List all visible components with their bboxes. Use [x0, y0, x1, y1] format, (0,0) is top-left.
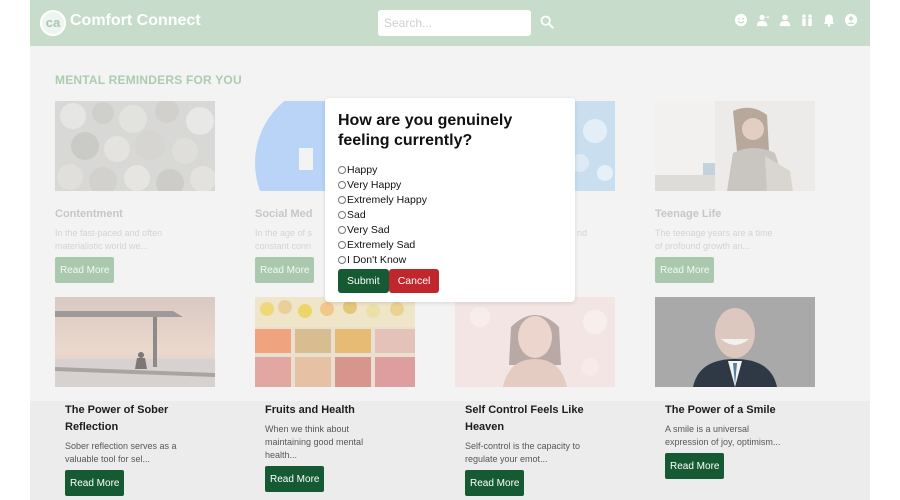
radio-button[interactable]: [338, 165, 346, 174]
mood-option[interactable]: Sad: [338, 207, 562, 222]
search-input[interactable]: [378, 10, 531, 36]
smiley-icon[interactable]: [734, 13, 748, 27]
radio-button[interactable]: [338, 255, 346, 264]
card-title: Self Control Feels Like Heaven: [465, 404, 584, 433]
mood-option[interactable]: Very Sad: [338, 222, 562, 237]
option-label: Very Happy: [347, 178, 402, 191]
radio-button[interactable]: [338, 195, 346, 204]
card-description: A smile is a universal expression of joy…: [665, 424, 781, 447]
card-title: Contentment: [55, 208, 123, 220]
card-description: The teenage years are a time of profound…: [655, 228, 773, 251]
read-more-button[interactable]: Read More: [655, 257, 715, 283]
mood-option[interactable]: Extremely Sad: [338, 237, 562, 252]
smiling-man-thumbnail: [655, 297, 815, 387]
right-margin: [870, 0, 900, 500]
article-card: Teenage Life The teenage years are a tim…: [655, 101, 815, 283]
option-label: Happy: [347, 163, 378, 176]
coins-thumbnail: [55, 99, 216, 197]
article-card: Fruits and Health When we think about ma…: [255, 297, 415, 492]
cancel-button[interactable]: Cancel: [388, 269, 440, 293]
option-label: I Don't Know: [347, 253, 407, 266]
sunset-pier-thumbnail: [55, 297, 215, 387]
radio-button[interactable]: [338, 225, 346, 234]
read-more-button[interactable]: Read More: [465, 470, 525, 496]
option-label: Very Sad: [347, 223, 390, 236]
teen-girl-thumbnail: [655, 101, 815, 191]
page: ca Comfort Connect MENTAL REMINDERS FOR …: [0, 0, 900, 500]
read-more-button[interactable]: Read More: [55, 257, 115, 283]
fruit-market-thumbnail: [255, 297, 415, 387]
search-icon[interactable]: [540, 15, 554, 29]
card-description: Self-control is the capacity to regulate…: [465, 441, 581, 464]
mood-option[interactable]: Happy: [338, 162, 562, 177]
read-more-button[interactable]: Read More: [265, 466, 325, 492]
article-card: The Power of Sober Reflection Sober refl…: [55, 297, 215, 496]
option-label: Extremely Sad: [347, 238, 416, 251]
top-navbar: ca Comfort Connect: [30, 0, 870, 46]
submit-button[interactable]: Submit: [338, 269, 389, 293]
brand-title[interactable]: Comfort Connect: [70, 12, 201, 30]
community-icon[interactable]: [800, 13, 814, 27]
article-card: The Power of a Smile A smile is a univer…: [655, 297, 815, 479]
left-margin: [0, 0, 30, 500]
card-title: Teenage Life: [655, 208, 722, 220]
section-title: MENTAL REMINDERS FOR YOU: [55, 73, 242, 87]
article-card: Self Control Feels Like Heaven Self-cont…: [455, 297, 615, 496]
mood-option[interactable]: Very Happy: [338, 177, 562, 192]
account-icon[interactable]: [844, 13, 858, 27]
card-title: Fruits and Health: [265, 404, 355, 416]
card-description: In the fast-paced and often materialisti…: [55, 228, 163, 251]
contacts-icon[interactable]: [756, 13, 770, 27]
mood-options: Happy Very Happy Extremely Happy Sad Ver…: [338, 162, 562, 267]
nav-icon-group: [734, 13, 858, 31]
notifications-icon[interactable]: [822, 13, 836, 27]
card-title: The Power of a Smile: [665, 404, 776, 416]
dialog-question: How are you genuinely feeling currently?: [338, 112, 513, 149]
option-label: Sad: [347, 208, 366, 221]
app-container: ca Comfort Connect MENTAL REMINDERS FOR …: [30, 0, 870, 500]
read-more-button[interactable]: Read More: [65, 470, 125, 496]
read-more-button[interactable]: Read More: [255, 257, 315, 283]
article-card: Contentment In the fast-paced and often …: [55, 99, 216, 283]
logo-icon[interactable]: ca: [40, 10, 66, 36]
card-description: In the age of s constant conn: [255, 228, 313, 251]
profile-icon[interactable]: [778, 13, 792, 27]
dialog-actions: Submit Cancel: [338, 269, 562, 293]
mood-option[interactable]: Extremely Happy: [338, 192, 562, 207]
radio-button[interactable]: [338, 210, 346, 219]
card-description: When we think about maintaining good men…: [265, 424, 364, 460]
radio-button[interactable]: [338, 240, 346, 249]
woman-portrait-thumbnail: [455, 297, 615, 387]
mood-check-dialog: How are you genuinely feeling currently?…: [325, 98, 575, 302]
mood-option[interactable]: I Don't Know: [338, 252, 562, 267]
card-title: The Power of Sober Reflection: [65, 404, 169, 433]
option-label: Extremely Happy: [347, 193, 427, 206]
radio-button[interactable]: [338, 180, 346, 189]
read-more-button[interactable]: Read More: [665, 453, 725, 479]
card-description: Sober reflection serves as a valuable to…: [65, 441, 177, 464]
